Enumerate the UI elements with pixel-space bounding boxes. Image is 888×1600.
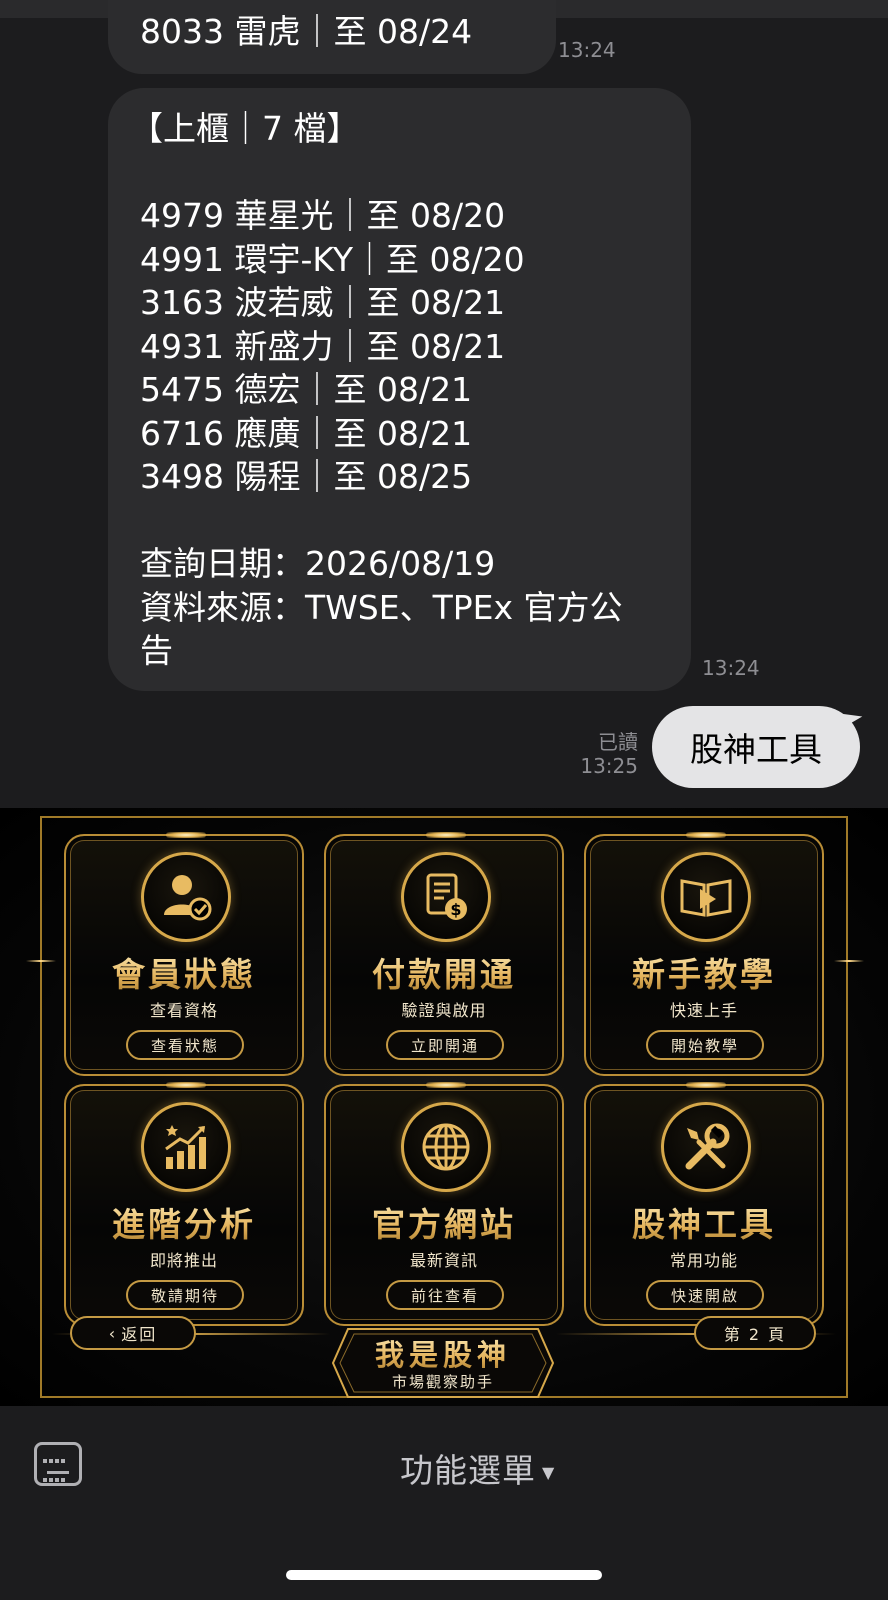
message-line: 4991 環宇-KY｜至 08/20 [140,239,525,279]
tile-title: 會員狀態 [66,948,302,996]
message-line: 3498 陽程｜至 08/25 [140,457,473,496]
received-message-bubble[interactable]: 【上櫃｜7 檔】 4979 華星光｜至 08/20 4991 環宇-KY｜至 0… [108,88,691,691]
tile-title: 進階分析 [66,1198,302,1246]
chart-growth-icon [141,1102,231,1192]
tile-glow [166,832,206,838]
menu-toggle-button[interactable]: 功能選單 ▼ [400,1444,555,1492]
message-line: 8033 雷虎｜至 08/24 [140,12,473,51]
tile-subtitle: 快速上手 [669,1001,738,1020]
invoice-dollar-icon: $ [401,852,491,942]
message-line: 4979 華星光｜至 08/20 [140,196,506,235]
read-receipt: 已讀 [598,730,638,754]
tile-glow [686,1082,726,1088]
message-line [140,151,671,195]
tile-glow [426,832,466,838]
message-timestamp: 13:24 [558,38,616,62]
message-line: 【上櫃｜7 檔】 [130,109,360,148]
chevron-left-icon: ‹ [108,1323,118,1343]
message-line: 4931 新盛力｜至 08/21 [140,326,506,366]
frame-glow [26,960,56,962]
tools-icon [661,1102,751,1192]
tile-title: 新手教學 [586,948,822,996]
start-tutorial-button[interactable]: 開始教學 [646,1030,764,1060]
stock-tools-tile[interactable]: 股神工具 常用功能 快速開啟 [584,1082,824,1326]
brand-badge[interactable]: 我是股神 市場觀察助手 [330,1326,556,1400]
frame-glow [834,960,864,962]
tile-title: 股神工具 [586,1198,822,1246]
tile-subtitle: 即將推出 [149,1251,218,1270]
quick-open-button[interactable]: 快速開啟 [646,1280,764,1310]
globe-icon [401,1102,491,1192]
chat-area[interactable]: 8033 雷虎｜至 08/24 13:24 【上櫃｜7 檔】 4979 華星光｜… [0,0,888,808]
received-message-bubble[interactable]: 8033 雷虎｜至 08/24 [108,0,556,74]
brand-subtitle: 市場觀察助手 [391,1373,494,1391]
advanced-analysis-tile[interactable]: 進階分析 即將推出 敬請期待 [64,1082,304,1326]
brand-title: 我是股神 [330,1332,556,1374]
message-line: 5475 德宏｜至 08/21 [140,370,473,409]
keyboard-icon[interactable] [34,1442,82,1486]
member-check-icon [141,852,231,942]
tile-title: 付款開通 [326,948,562,996]
home-indicator[interactable] [286,1570,602,1580]
payment-activation-tile[interactable]: $ 付款開通 驗證與啟用 立即開通 [324,832,564,1076]
message-line: 告 [140,631,173,670]
activate-now-button[interactable]: 立即開通 [386,1030,504,1060]
message-line [140,499,671,543]
rich-menu[interactable]: 會員狀態 查看資格 查看狀態 $ 付款開通 驗證與啟用 立即開通 新手教學 快速… [0,808,888,1406]
beginner-tutorial-tile[interactable]: 新手教學 快速上手 開始教學 [584,832,824,1076]
svg-text:$: $ [450,900,461,919]
message-timestamp: 13:25 [580,754,638,778]
back-button[interactable]: ‹ 返回 [70,1316,196,1350]
message-timestamp: 13:24 [702,656,760,680]
caret-down-icon: ▼ [542,1463,556,1482]
tile-subtitle: 驗證與啟用 [401,1001,487,1020]
tile-glow [686,832,726,838]
go-view-button[interactable]: 前往查看 [386,1280,504,1310]
page-indicator-button[interactable]: 第 2 頁 [694,1316,816,1350]
message-line: 3163 波若威｜至 08/21 [140,283,506,322]
tile-glow [426,1082,466,1088]
bottom-bar: 功能選單 ▼ [0,1406,888,1600]
tile-subtitle: 常用功能 [669,1251,738,1270]
sent-message-bubble[interactable]: 股神工具 [652,706,860,788]
tile-title: 官方網站 [326,1198,562,1246]
book-play-icon [661,852,751,942]
view-status-button[interactable]: 查看狀態 [126,1030,244,1060]
coming-soon-button[interactable]: 敬請期待 [126,1280,244,1310]
message-line: 資料來源：TWSE、TPEx 官方公 [140,587,623,627]
message-line: 查詢日期：2026/08/19 [140,544,496,583]
back-label: 返回 [121,1325,158,1344]
tile-subtitle: 查看資格 [149,1001,218,1020]
tile-glow [166,1082,206,1088]
menu-toggle-label: 功能選單 [400,1451,536,1490]
official-website-tile[interactable]: 官方網站 最新資訊 前往查看 [324,1082,564,1326]
tile-subtitle: 最新資訊 [409,1251,478,1270]
message-line: 6716 應廣｜至 08/21 [140,413,473,453]
member-status-tile[interactable]: 會員狀態 查看資格 查看狀態 [64,832,304,1076]
